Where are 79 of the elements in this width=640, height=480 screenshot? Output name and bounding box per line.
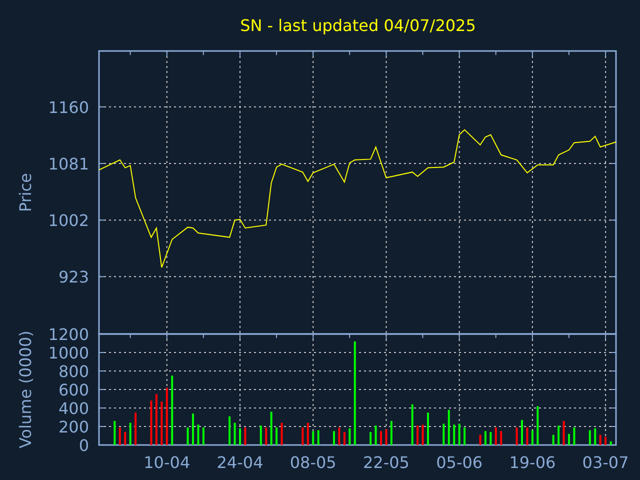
- volume-bar: [186, 427, 189, 445]
- volume-bar: [536, 406, 539, 445]
- volume-bar: [385, 429, 388, 445]
- volume-bar: [260, 426, 262, 445]
- volume-bar: [306, 422, 309, 445]
- volume-bar: [458, 424, 460, 445]
- volume-bar: [500, 431, 502, 445]
- volume-bar: [479, 434, 482, 445]
- volume-bar: [265, 427, 268, 445]
- tick-label: 03-07: [582, 453, 629, 472]
- volume-bar: [416, 426, 419, 445]
- tick-label: 1160: [48, 98, 89, 117]
- volume-bar: [599, 434, 602, 445]
- volume-bar: [422, 424, 424, 445]
- tick-label: 05-06: [436, 453, 483, 472]
- volume-bar: [124, 432, 126, 445]
- tick-label: 0: [78, 436, 89, 455]
- axis-label: Price: [16, 172, 35, 212]
- tick-label: 923: [58, 268, 89, 287]
- volume-bar: [442, 424, 445, 445]
- volume-bar: [343, 432, 346, 445]
- tick-label: 200: [58, 418, 89, 436]
- volume-bar: [234, 422, 236, 445]
- volume-bar: [348, 428, 351, 445]
- volume-bar: [150, 400, 152, 445]
- volume-bar: [558, 426, 560, 445]
- volume-bar: [573, 427, 576, 445]
- tick-label: 19-06: [509, 453, 556, 472]
- volume-bar: [374, 426, 377, 445]
- tick-label: 1200: [48, 325, 89, 344]
- volume-bar: [370, 432, 372, 445]
- volume-bar: [562, 420, 565, 445]
- tick-label: 1002: [48, 211, 89, 230]
- volume-bar: [411, 404, 414, 445]
- volume-bar: [171, 376, 174, 445]
- tick-label: 1000: [48, 344, 89, 362]
- volume-bar: [552, 434, 554, 445]
- tick-label: 08-05: [290, 453, 336, 472]
- tick-label: 22-05: [362, 453, 410, 472]
- volume-bar: [494, 427, 497, 445]
- volume-bar: [464, 427, 466, 445]
- volume-bar: [270, 412, 272, 445]
- volume-bar: [280, 422, 283, 445]
- volume-bar: [276, 427, 278, 445]
- volume-bar: [448, 410, 450, 445]
- tick-label: 24-04: [216, 453, 264, 472]
- volume-bar: [604, 436, 607, 445]
- volume-bar: [594, 428, 596, 445]
- axis-label: Volume (0000): [16, 330, 35, 448]
- volume-bar: [453, 424, 456, 445]
- volume-bar: [302, 427, 304, 445]
- volume-bar: [160, 402, 163, 445]
- volume-bar: [118, 427, 121, 445]
- tick-label: 400: [58, 399, 89, 418]
- volume-bar: [166, 388, 168, 445]
- volume-bar: [490, 432, 492, 445]
- volume-bar: [244, 427, 246, 445]
- volume-bar: [484, 431, 486, 445]
- volume-bar: [202, 427, 204, 445]
- tick-label: 800: [58, 362, 89, 381]
- volume-bar: [610, 441, 612, 445]
- volume-bar: [197, 424, 200, 445]
- volume-bar: [588, 430, 591, 445]
- volume-bar: [531, 430, 534, 445]
- volume-bar: [390, 420, 392, 445]
- tick-label: 600: [58, 380, 89, 400]
- volume-bar: [228, 416, 231, 445]
- volume-bar: [155, 394, 158, 445]
- volume-bar: [516, 427, 518, 445]
- volume-bar: [114, 420, 116, 445]
- volume-bar: [526, 427, 528, 445]
- volume-bar: [338, 427, 340, 445]
- volume-bar: [134, 412, 137, 445]
- volume-bar: [129, 422, 132, 445]
- tick-label: 10-04: [144, 453, 190, 472]
- volume-bar: [317, 430, 320, 445]
- tick-label: 1081: [48, 154, 89, 174]
- chart-title: SN - last updated 04/07/2025: [240, 16, 476, 35]
- volume-bar: [312, 431, 314, 445]
